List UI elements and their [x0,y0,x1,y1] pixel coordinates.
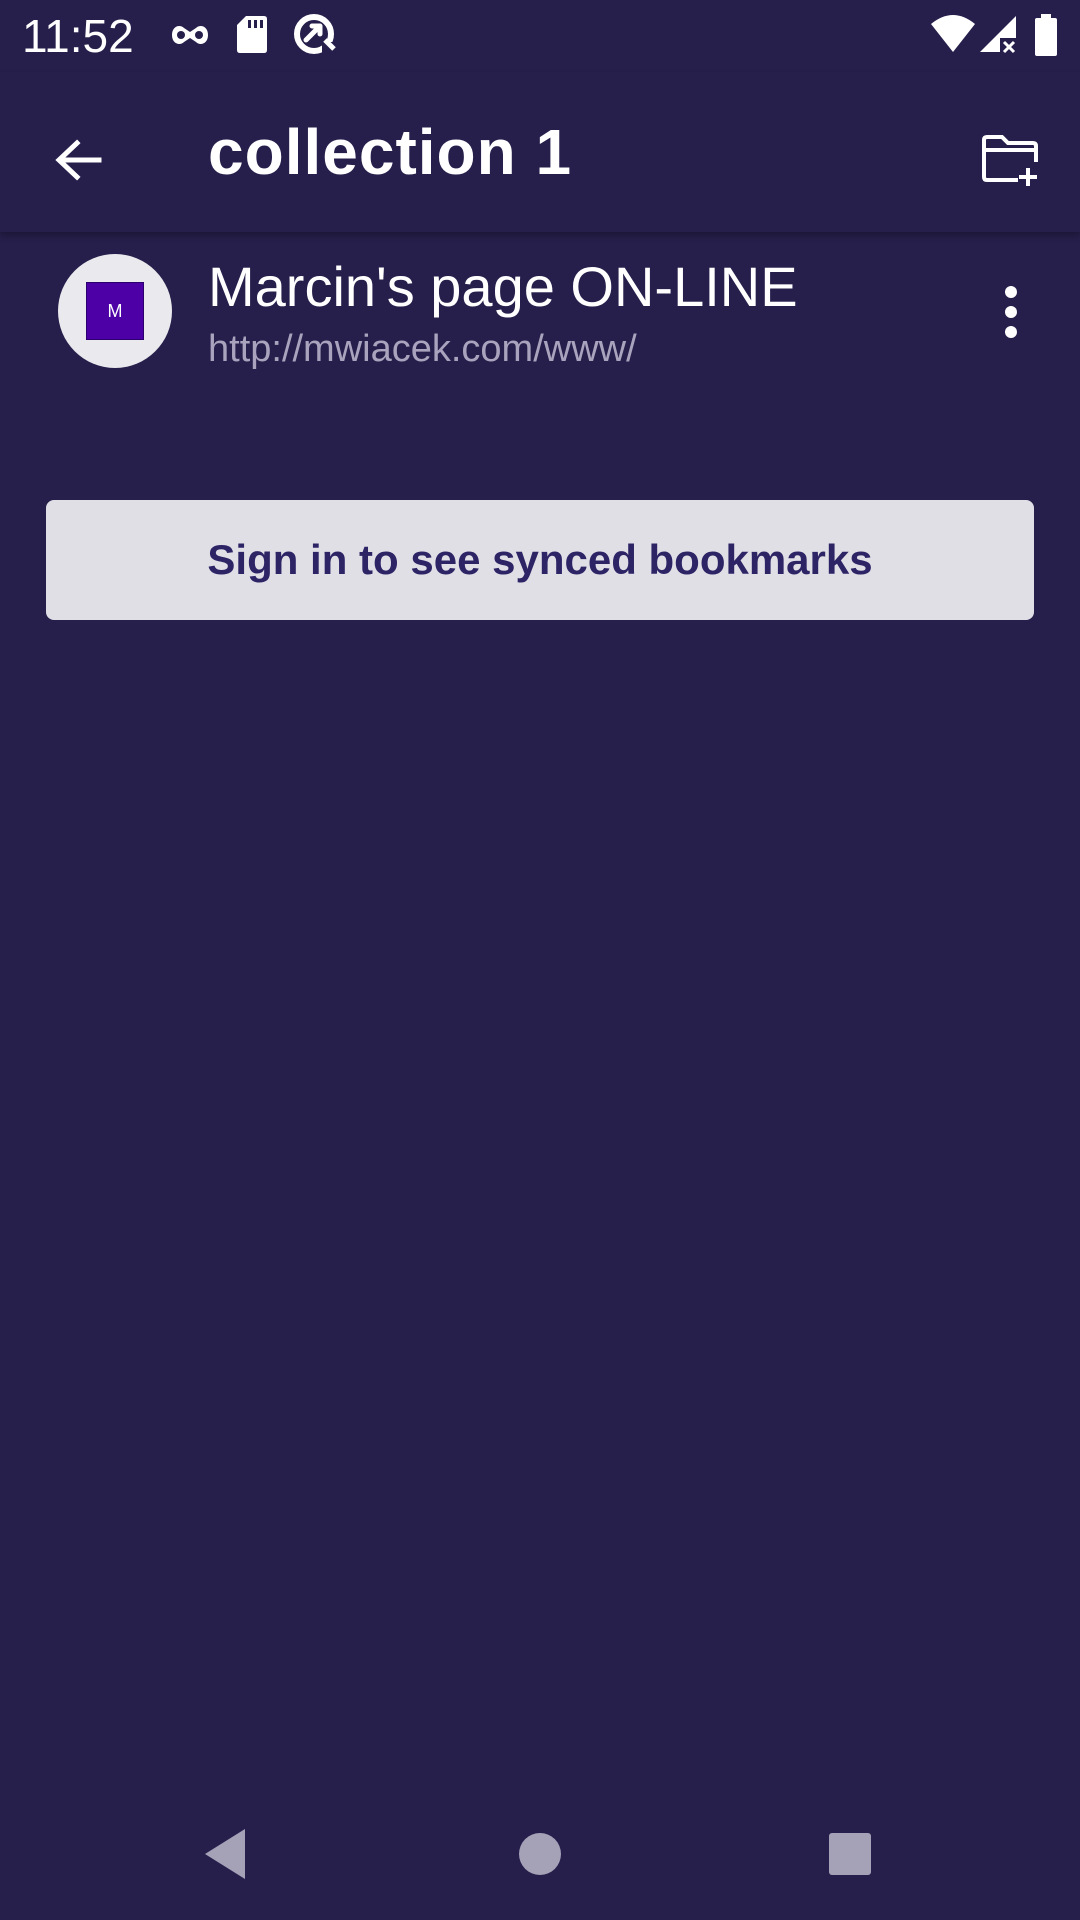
nav-home-circle-icon [519,1833,561,1875]
favicon-letter: M [86,282,144,340]
sign-in-button[interactable]: Sign in to see synced bookmarks [46,500,1034,620]
nav-home-button[interactable] [490,1804,590,1904]
app-bar: collection 1 [0,72,1080,232]
status-time: 11:52 [22,10,134,62]
favicon: M [58,254,172,368]
signal-no-data-icon [980,16,1018,54]
bookmark-url: http://mwiacek.com/www/ [208,328,637,370]
sd-card-icon [237,16,267,53]
bookmark-title: Marcin's page ON-LINE [208,255,798,318]
data-saver-icon [294,14,336,54]
nav-recents-button[interactable] [800,1804,900,1904]
arrow-back-icon [55,139,102,181]
battery-icon [1035,14,1057,56]
wifi-icon [931,15,975,52]
bookmark-item[interactable]: M Marcin's page ON-LINE http://mwiacek.c… [0,240,1080,384]
more-vertical-icon [1005,286,1017,338]
bookmark-overflow-button[interactable] [976,264,1046,360]
back-button[interactable] [32,114,124,206]
new-folder-button[interactable] [964,114,1056,206]
navigation-bar [0,1780,1080,1920]
nav-recents-square-icon [829,1833,871,1875]
incognito-mask-icon [172,26,208,44]
nav-back-button[interactable] [176,1804,276,1904]
page-title: collection 1 [208,116,573,188]
create-new-folder-icon [982,135,1038,186]
nav-back-triangle-icon [205,1829,245,1879]
screen: 11:52 collection 1 M Marcin's page ON-LI… [0,0,1080,1920]
status-bar: 11:52 [0,0,1080,72]
